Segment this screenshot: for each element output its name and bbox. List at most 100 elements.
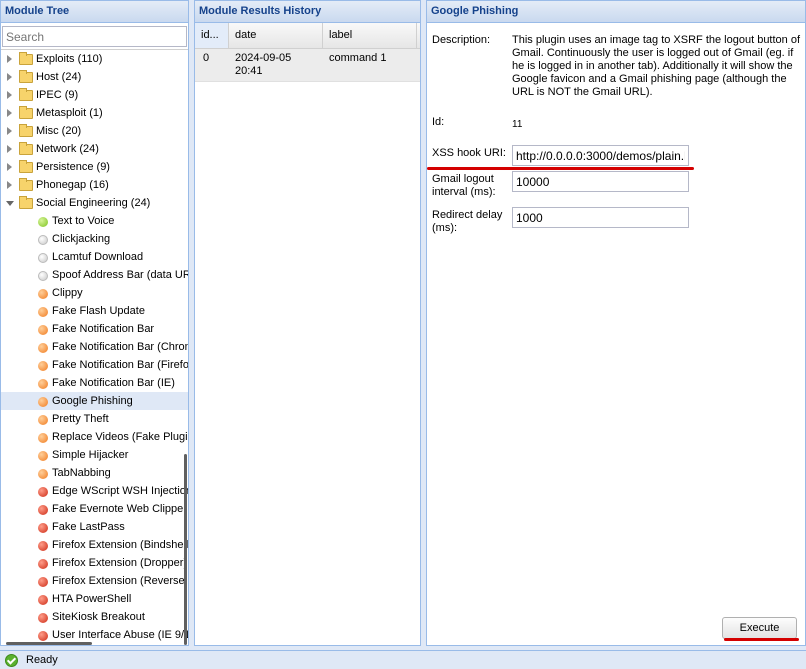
tree-module-label: Fake Notification Bar xyxy=(52,323,155,335)
tree-module-item[interactable]: Fake Evernote Web Clipper Login xyxy=(1,500,188,518)
tree-module-item[interactable]: Lcamtuf Download xyxy=(1,248,188,266)
tree-module-item[interactable]: Fake Notification Bar (Chrome) xyxy=(1,338,188,356)
annotation-underline-execute xyxy=(724,638,799,641)
gmail-logout-interval-input[interactable] xyxy=(512,171,689,192)
expand-arrow-icon[interactable] xyxy=(7,91,12,99)
expand-arrow-icon[interactable] xyxy=(7,127,12,135)
tree-module-item[interactable]: Fake Flash Update xyxy=(1,302,188,320)
id-value: 11 xyxy=(512,119,523,130)
tree-module-item[interactable]: Text to Voice xyxy=(1,212,188,230)
tree-module-label: Lcamtuf Download xyxy=(52,251,144,263)
tree-folder-label: Exploits (110) xyxy=(36,53,103,65)
expand-arrow-icon[interactable] xyxy=(7,73,12,81)
tree-module-item[interactable]: Fake Notification Bar (Firefox) xyxy=(1,356,188,374)
module-tree: Exploits (110) Host (24) IPEC (9) Metasploi… xyxy=(1,50,188,645)
tree-vertical-scrollbar[interactable] xyxy=(184,454,187,645)
tree-module-label: Clippy xyxy=(52,287,83,299)
tree-horizontal-scrollbar[interactable] xyxy=(6,642,92,645)
redirect-delay-label: Redirect delay (ms): xyxy=(432,209,503,234)
tree-folder[interactable]: Misc (20) xyxy=(1,122,188,140)
tree-folder[interactable]: Metasploit (1) xyxy=(1,104,188,122)
tree-module-item[interactable]: Fake Notification Bar (IE) xyxy=(1,374,188,392)
tree-module-item[interactable]: Firefox Extension (Bindshell) xyxy=(1,536,188,554)
xss-hook-uri-input[interactable] xyxy=(512,145,689,166)
status-bar: Ready xyxy=(0,650,806,669)
tree-folder-label: Social Engineering (24) xyxy=(36,197,151,209)
status-orange-dot-icon xyxy=(38,289,48,299)
tree-module-item[interactable]: Simple Hijacker xyxy=(1,446,188,464)
tree-module-item[interactable]: Firefox Extension (Dropper) xyxy=(1,554,188,572)
description-label: Description: xyxy=(432,34,491,46)
status-orange-dot-icon xyxy=(38,361,48,371)
folder-icon xyxy=(19,142,33,155)
tree-module-label: TabNabbing xyxy=(52,467,111,479)
tree-module-item[interactable]: Clippy xyxy=(1,284,188,302)
tree-folder[interactable]: Exploits (110) xyxy=(1,50,188,68)
tree-folder-label: Metasploit (1) xyxy=(36,107,103,119)
tree-module-label: Pretty Theft xyxy=(52,413,109,425)
status-red-dot-icon xyxy=(38,577,48,587)
tree-folder[interactable]: Phonegap (16) xyxy=(1,176,188,194)
tree-module-label: Fake Notification Bar (IE) xyxy=(52,377,175,389)
tree-folder[interactable]: IPEC (9) xyxy=(1,86,188,104)
tree-search-input[interactable] xyxy=(2,26,187,47)
tree-folder-label: Phonegap (16) xyxy=(36,179,109,191)
gmail-logout-interval-label: Gmail logout interval (ms): xyxy=(432,173,496,198)
tree-module-item[interactable]: Pretty Theft xyxy=(1,410,188,428)
expand-arrow-icon[interactable] xyxy=(7,163,12,171)
tree-search-wrap xyxy=(1,23,188,50)
tree-module-item[interactable]: Fake LastPass xyxy=(1,518,188,536)
tree-module-item[interactable]: Edge WScript WSH Injection xyxy=(1,482,188,500)
tree-module-item[interactable]: TabNabbing xyxy=(1,464,188,482)
tree-module-label: Firefox Extension (Bindshell) xyxy=(52,539,188,551)
tree-folder-label: Persistence (9) xyxy=(36,161,110,173)
expand-arrow-icon[interactable] xyxy=(7,181,12,189)
folder-icon xyxy=(19,178,33,191)
status-red-dot-icon xyxy=(38,631,48,641)
tree-module-item[interactable]: Replace Videos (Fake Plugin) xyxy=(1,428,188,446)
status-red-dot-icon xyxy=(38,523,48,533)
status-red-dot-icon xyxy=(38,595,48,605)
table-row[interactable]: 0 2024-09-05 20:41 command 1 xyxy=(195,49,420,82)
status-grey-dot-icon xyxy=(38,253,48,263)
results-history-panel: Module Results History id... date label … xyxy=(194,0,421,646)
tree-module-label: SiteKiosk Breakout xyxy=(52,611,145,623)
expand-arrow-icon[interactable] xyxy=(7,109,12,117)
expand-arrow-icon[interactable] xyxy=(7,55,12,63)
tree-module-item[interactable]: SiteKiosk Breakout xyxy=(1,608,188,626)
tree-folder[interactable]: Network (24) xyxy=(1,140,188,158)
tree-module-item[interactable]: Spoof Address Bar (data URL) xyxy=(1,266,188,284)
tree-folder-label: IPEC (9) xyxy=(36,89,79,101)
result-id-cell: 0 xyxy=(203,52,210,64)
expand-arrow-open-icon[interactable] xyxy=(6,201,14,206)
tree-folder[interactable]: Host (24) xyxy=(1,68,188,86)
status-red-dot-icon xyxy=(38,559,48,569)
execute-button[interactable]: Execute xyxy=(722,617,797,639)
tree-folder-label: Misc (20) xyxy=(36,125,82,137)
expand-arrow-icon[interactable] xyxy=(7,145,12,153)
status-text: Ready xyxy=(26,654,58,666)
tree-module-item[interactable]: HTA PowerShell xyxy=(1,590,188,608)
column-header-date[interactable]: date xyxy=(229,23,323,48)
tree-module-item[interactable]: Clickjacking xyxy=(1,230,188,248)
module-detail-title: Google Phishing xyxy=(427,1,805,23)
folder-icon xyxy=(19,106,33,119)
tree-folder-label: Host (24) xyxy=(36,71,82,83)
column-header-id[interactable]: id... xyxy=(195,23,229,48)
status-orange-dot-icon xyxy=(38,379,48,389)
tree-module-label: Spoof Address Bar (data URL) xyxy=(52,269,188,281)
tree-folder[interactable]: Social Engineering (24) xyxy=(1,194,188,212)
folder-icon xyxy=(19,52,33,65)
tree-module-item[interactable]: Fake Notification Bar xyxy=(1,320,188,338)
result-date-day: 2024-09-05 xyxy=(235,52,292,64)
tree-module-label: Firefox Extension (Dropper) xyxy=(52,557,188,569)
tree-folder[interactable]: Persistence (9) xyxy=(1,158,188,176)
column-header-label[interactable]: label xyxy=(323,23,417,48)
status-orange-dot-icon xyxy=(38,469,48,479)
redirect-delay-input[interactable] xyxy=(512,207,689,228)
tree-module-label: HTA PowerShell xyxy=(52,593,132,605)
result-date-cell: 2024-09-05 20:41 xyxy=(235,52,291,78)
tree-module-item[interactable]: Firefox Extension (Reverse Shell) xyxy=(1,572,188,590)
xss-hook-uri-label: XSS hook URI: xyxy=(432,147,506,159)
tree-module-item[interactable]: Google Phishing xyxy=(1,392,188,410)
